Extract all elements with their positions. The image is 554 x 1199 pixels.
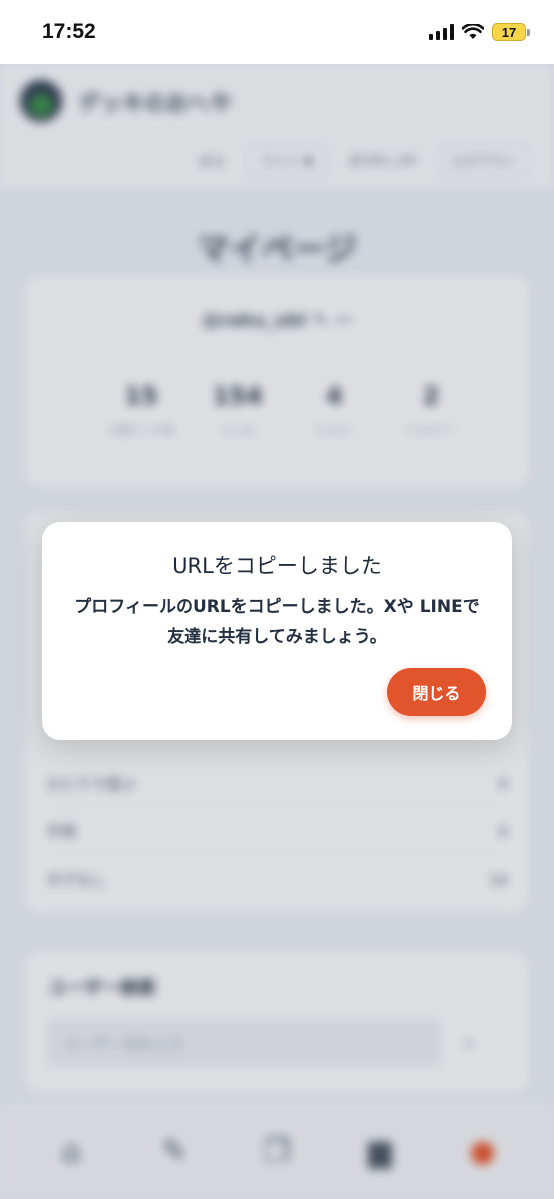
battery-icon: 17 [492, 23, 530, 41]
wifi-icon [462, 24, 484, 39]
dialog-title: URLをコピーしました [172, 554, 382, 578]
close-button[interactable]: 閉じる [387, 668, 486, 716]
cellular-signal-icon [429, 24, 454, 40]
battery-level: 17 [501, 24, 517, 40]
dialog-message: プロフィールのURLをコピーしました。Xや LINEで友達に共有してみましょう。 [74, 597, 480, 647]
status-bar: 17:52 17 [0, 0, 554, 64]
status-icons: 17 [429, 23, 530, 41]
status-time: 17:52 [42, 20, 96, 43]
copy-url-dialog: URLをコピーしました プロフィールのURLをコピーしました。Xや LINEで友… [42, 522, 512, 740]
